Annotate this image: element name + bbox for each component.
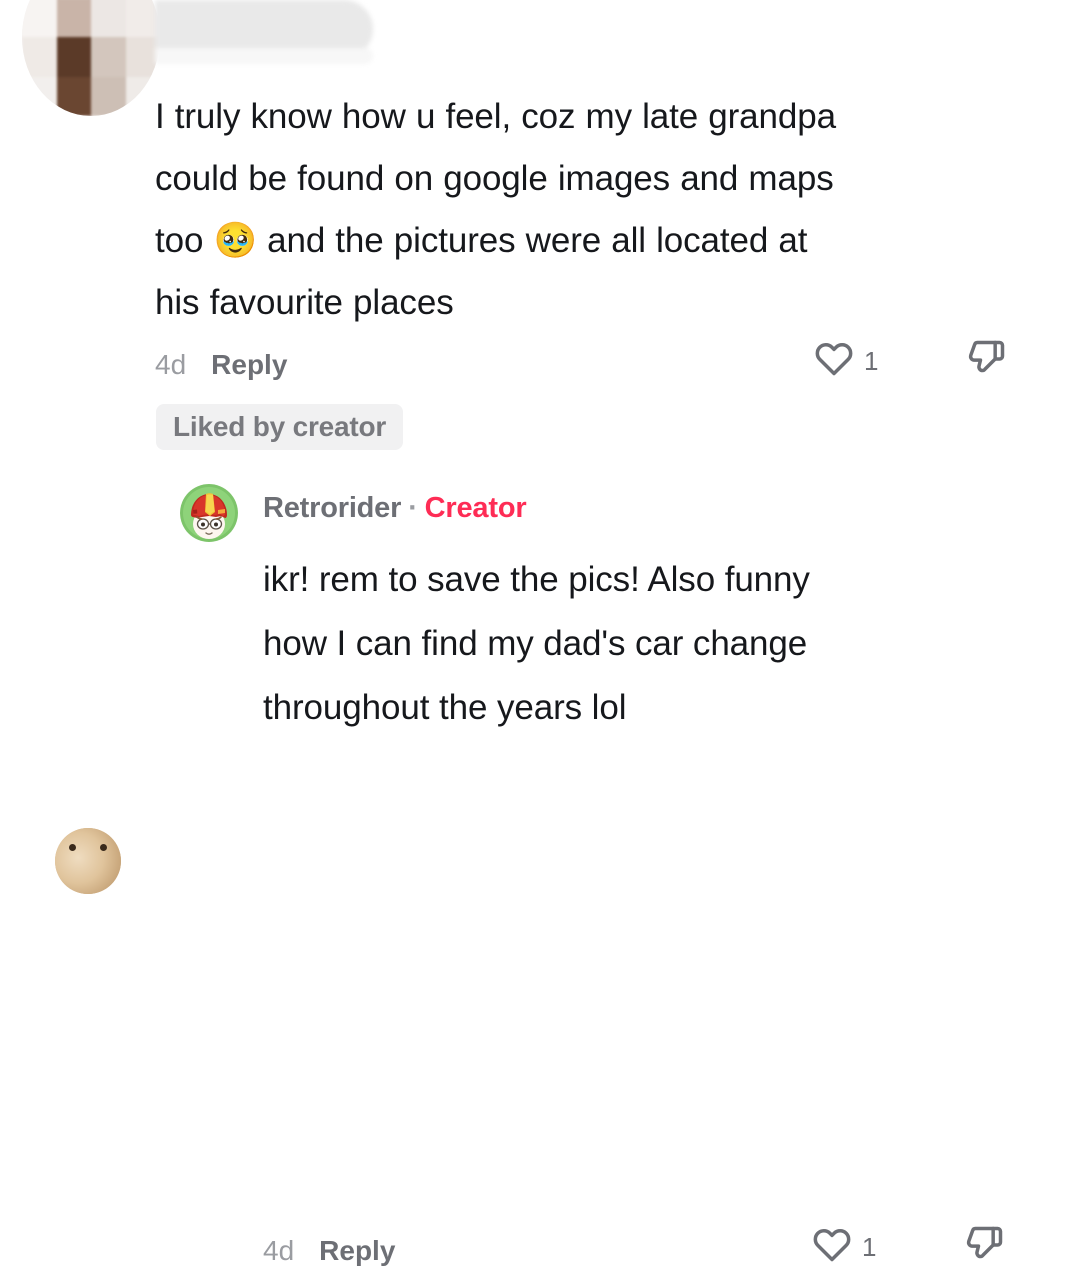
dislike-button[interactable] <box>963 337 1009 386</box>
separator-dot: · <box>408 492 418 524</box>
comments-screen: I truly know how u feel, coz my late gra… <box>0 0 1080 1266</box>
reply-line: ikr! rem to save the pics! Also funny <box>263 560 810 599</box>
comment-line: I truly know how u feel, coz my late gra… <box>155 97 836 136</box>
like-count: 1 <box>864 345 879 376</box>
reply-author-row: Retrorider · Creator <box>263 492 527 525</box>
timestamp: 4d <box>263 1235 295 1266</box>
retrorider-avatar-illustration <box>180 484 238 542</box>
reply-meta: 4d Reply <box>263 1230 395 1272</box>
avatar[interactable] <box>180 484 238 542</box>
comment-line: could be found on google images and maps <box>155 159 834 198</box>
like-count: 1 <box>862 1231 877 1262</box>
reply-button[interactable]: Reply <box>319 1235 395 1267</box>
liked-by-creator-badge: Liked by creator <box>156 404 404 450</box>
avatar-photo <box>55 828 121 894</box>
reply-username[interactable]: Retrorider <box>263 492 401 524</box>
thumbs-down-outline-icon <box>963 337 1009 386</box>
thumbs-down-outline-icon <box>961 1223 1007 1272</box>
like-button[interactable]: 1 <box>810 1224 876 1271</box>
pixelation-overlay <box>22 0 160 116</box>
comment-text: I truly know how u feel, coz my late gra… <box>155 86 1045 334</box>
comment-line: too 🥹 and the pictures were all located … <box>155 221 808 260</box>
comment-line: his favourite places <box>155 283 454 322</box>
creator-badge: Creator <box>424 492 527 524</box>
reply-line: throughout the years lol <box>263 688 627 727</box>
heart-outline-icon <box>810 1224 854 1271</box>
username[interactable] <box>155 0 373 64</box>
timestamp: 4d <box>155 349 187 380</box>
reply-button[interactable]: Reply <box>211 349 287 381</box>
comment-meta: 4d Reply <box>155 344 287 386</box>
reply-actions: 1 <box>810 1226 1007 1268</box>
heart-outline-icon <box>812 338 856 385</box>
comment-actions: 1 <box>812 340 1009 382</box>
avatar[interactable] <box>22 0 160 116</box>
reply-line: how I can find my dad's car change <box>263 624 808 663</box>
dislike-button[interactable] <box>961 1223 1007 1272</box>
like-button[interactable]: 1 <box>812 338 878 385</box>
avatar[interactable] <box>55 828 121 894</box>
reply-text: ikr! rem to save the pics! Also funny ho… <box>263 548 1023 740</box>
